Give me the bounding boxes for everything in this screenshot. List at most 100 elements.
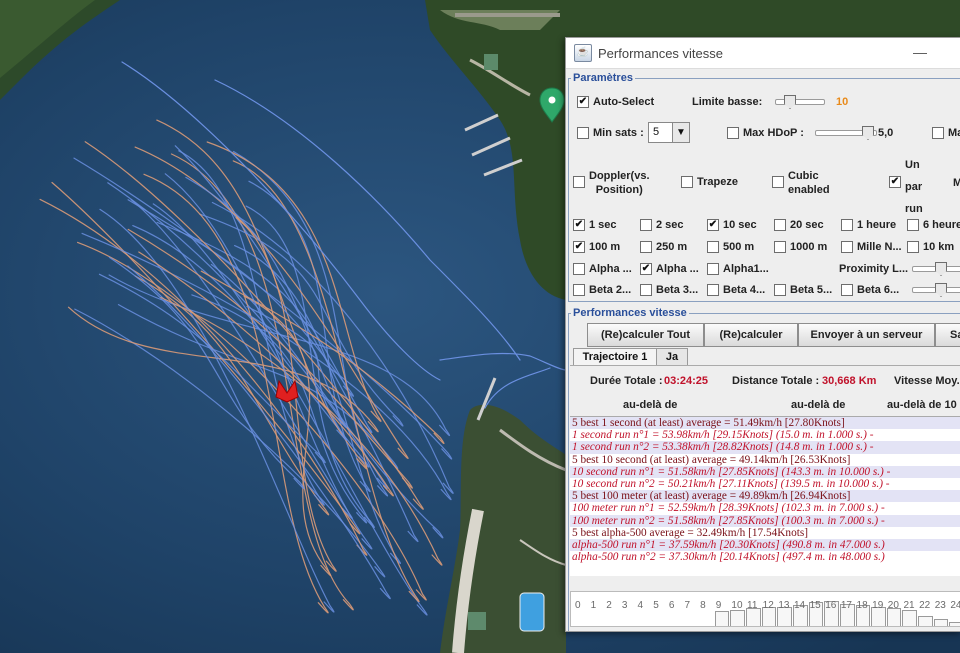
vitesse-label: Vitesse Moy. <box>894 375 960 387</box>
hour-tick-label: 0 <box>575 600 581 611</box>
hour-tick-label: 24 <box>950 600 960 611</box>
hour-tick-label: 9 <box>715 600 722 611</box>
alpha-checkbox-2[interactable]: Alpha1... <box>707 263 769 276</box>
min-sats-select[interactable]: 5 ▼ <box>648 122 690 143</box>
dur-checkbox-2[interactable]: ✔ 10 sec <box>707 219 757 232</box>
alpha-checkbox-1[interactable]: ✔ Alpha ... <box>640 263 699 276</box>
check-icon: ✔ <box>577 96 589 109</box>
dist-checkbox-0[interactable]: ✔ 100 m <box>573 241 620 254</box>
max-hdop-value: 5,0 <box>878 127 894 139</box>
checkbox-icon <box>707 284 719 297</box>
minimize-button[interactable]: — <box>913 44 927 60</box>
result-line: 100 meter run n°1 = 52.59km/h [28.39Knot… <box>572 502 885 515</box>
proximity-slider[interactable] <box>912 262 960 276</box>
checkbox-icon <box>707 241 719 254</box>
dist-checkbox-4[interactable]: Mille N... <box>841 241 902 254</box>
window-title: Performances vitesse <box>598 45 723 61</box>
checkbox-icon <box>640 284 652 297</box>
tab-ja[interactable]: Ja <box>656 348 688 365</box>
hour-tick-label: 4 <box>637 600 644 611</box>
dist-checkbox-1[interactable]: 250 m <box>640 241 687 254</box>
hour-tick-label: 19 <box>872 600 884 611</box>
hour-tick-label: 20 <box>887 600 899 611</box>
performances-window: ☕ Performances vitesse — Paramètres ✔ Aut… <box>565 37 960 632</box>
hour-tick-label: 13 <box>778 600 790 611</box>
dur-checkbox-4[interactable]: 1 heure <box>841 219 896 232</box>
chevron-down-icon[interactable]: ▼ <box>672 123 689 142</box>
hour-tick-label: 10 <box>731 600 743 611</box>
max-hdop-slider[interactable] <box>815 126 877 140</box>
trapeze-checkbox[interactable]: Trapeze <box>681 176 738 189</box>
hour-tick-label: 11 <box>747 600 758 611</box>
checkbox-icon <box>681 176 693 189</box>
dist-checkbox-2[interactable]: 500 m <box>707 241 754 254</box>
tab-separator <box>570 365 960 366</box>
checkbox-icon <box>707 263 719 276</box>
tab-trajectoire-1[interactable]: Trajectoire 1 <box>573 348 657 366</box>
activity-bar <box>918 616 933 626</box>
max-hdop-checkbox[interactable]: Max HDoP : <box>727 127 804 140</box>
result-line: 5 best 10 second (at least) average = 49… <box>572 453 851 466</box>
send-to-server-button[interactable]: Envoyer à un serveur <box>798 323 935 347</box>
timeline-chart[interactable]: 0123456789101112131415161718192021222324 <box>570 591 960 627</box>
dist-checkbox-3[interactable]: 1000 m <box>774 241 827 254</box>
activity-bar <box>730 610 746 626</box>
limite-basse-value: 10 <box>836 96 849 108</box>
checkbox-icon <box>932 127 944 140</box>
checkbox-icon <box>772 176 784 189</box>
results-list[interactable]: 5 best 1 second (at least) average = 51.… <box>570 416 960 576</box>
title-bar[interactable]: ☕ Performances vitesse <box>566 38 960 69</box>
dist-checkbox-5[interactable]: 10 km <box>907 241 954 254</box>
result-line: 1 second run n°2 = 53.38km/h [28.82Knots… <box>570 441 960 454</box>
result-line: alpha-500 run n°1 = 37.59km/h [20.30Knot… <box>570 539 960 552</box>
column-header-3: au-delà de 10 <box>887 399 957 411</box>
hour-tick-label: 6 <box>668 600 675 611</box>
doppler-label: Doppler(vs. Position) <box>589 170 650 196</box>
auto-select-checkbox[interactable]: ✔ Auto-Select <box>577 96 654 109</box>
dur-checkbox-5[interactable]: 6 heure <box>907 219 960 232</box>
alpha-checkbox-0[interactable]: Alpha ... <box>573 263 632 276</box>
activity-bar <box>714 611 730 626</box>
hour-tick-label: 2 <box>606 600 612 611</box>
save-button[interactable]: Sa <box>935 323 960 347</box>
column-header-2: au-delà de <box>791 399 846 411</box>
m-label: M <box>953 177 960 189</box>
beta-checkbox-4[interactable]: Beta 6... <box>841 284 899 297</box>
beta-checkbox-1[interactable]: Beta 3... <box>640 284 698 297</box>
checkbox-icon <box>640 219 652 232</box>
result-line: 5 best 100 meter (at least) average = 49… <box>570 490 960 503</box>
checkbox-icon <box>573 284 585 297</box>
doppler-checkbox[interactable] <box>573 176 589 189</box>
cubic-checkbox[interactable] <box>772 176 788 189</box>
beta-checkbox-3[interactable]: Beta 5... <box>774 284 832 297</box>
hour-tick-label: 16 <box>825 600 837 611</box>
dur-checkbox-1[interactable]: 2 sec <box>640 219 684 232</box>
beta-slider[interactable] <box>912 283 960 297</box>
duree-value: 03:24:25 <box>664 375 709 387</box>
dur-checkbox-3[interactable]: 20 sec <box>774 219 824 232</box>
un-par-run-checkbox[interactable]: ✔ <box>889 176 905 189</box>
limite-basse-slider[interactable] <box>775 95 825 109</box>
beta-checkbox-0[interactable]: Beta 2... <box>573 284 631 297</box>
activity-bar <box>902 610 918 626</box>
checkbox-icon <box>774 241 786 254</box>
result-line: 10 second run n°2 = 50.21km/h [27.11Knot… <box>572 478 890 491</box>
result-line: 10 second run n°1 = 51.58km/h [27.85Knot… <box>570 465 960 479</box>
min-sats-checkbox[interactable]: Min sats : <box>577 127 644 140</box>
recalculate-all-button[interactable]: (Re)calculer Tout <box>587 323 704 347</box>
hour-tick-label: 3 <box>621 600 628 611</box>
recalculate-button[interactable]: (Re)calculer <box>704 323 798 347</box>
hour-tick-label: 18 <box>856 600 868 611</box>
perf-legend: Performances vitesse <box>573 307 687 319</box>
hour-tick-label: 8 <box>700 600 706 611</box>
checkbox-icon <box>640 241 652 254</box>
result-line: alpha-500 run n°2 = 37.30km/h [20.14Knot… <box>572 551 885 564</box>
check-icon: ✔ <box>573 241 585 254</box>
checkbox-icon <box>727 127 739 140</box>
dur-checkbox-0[interactable]: ✔ 1 sec <box>573 219 617 232</box>
checkbox-icon <box>907 219 919 232</box>
ma-checkbox[interactable]: Ma <box>932 127 960 140</box>
beta-checkbox-2[interactable]: Beta 4... <box>707 284 765 297</box>
proximity-label: Proximity L... <box>839 263 909 275</box>
hour-tick-label: 5 <box>653 600 659 611</box>
